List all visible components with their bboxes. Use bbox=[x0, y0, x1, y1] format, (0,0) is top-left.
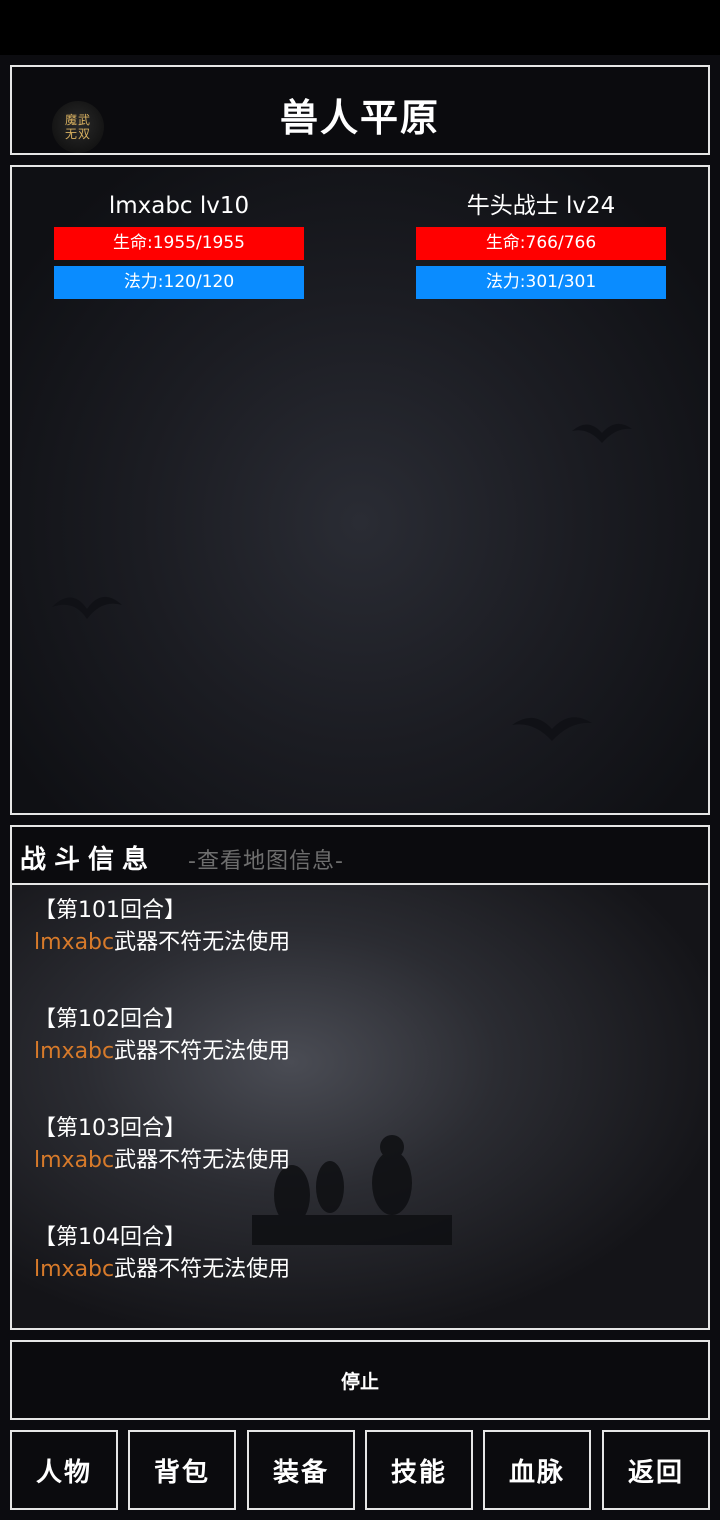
log-round: 【第101回合】 bbox=[34, 898, 186, 923]
player-mp-bar: 法力:120/120 bbox=[54, 266, 304, 299]
map-header: 魔武 无双 兽人平原 bbox=[10, 65, 710, 155]
log-text: 武器不符无法使用 bbox=[114, 1148, 291, 1173]
player-panel: lmxabc lv10 生命:1955/1955 法力:120/120 bbox=[54, 189, 304, 299]
nav-back-button[interactable]: 返回 bbox=[602, 1430, 710, 1510]
log-actor: lmxabc bbox=[34, 1257, 115, 1282]
player-hp-bar: 生命:1955/1955 bbox=[54, 227, 304, 260]
view-map-info-link[interactable]: -查看地图信息- bbox=[188, 843, 344, 875]
player-name: lmxabc lv10 bbox=[108, 193, 250, 219]
log-actor: lmxabc bbox=[34, 930, 115, 955]
bird-silhouette-icon bbox=[512, 717, 592, 741]
bird-silhouette-icon bbox=[572, 423, 632, 443]
enemy-mp-bar: 法力:301/301 bbox=[416, 266, 666, 299]
stop-button[interactable]: 停止 bbox=[10, 1340, 710, 1420]
battle-area: lmxabc lv10 生命:1955/1955 法力:120/120 牛头战士… bbox=[10, 165, 710, 815]
battle-log-title: 战斗信息 bbox=[20, 845, 157, 875]
nav-character-button[interactable]: 人物 bbox=[10, 1430, 118, 1510]
log-text: 武器不符无法使用 bbox=[114, 1039, 291, 1064]
log-round: 【第102回合】 bbox=[34, 1007, 186, 1032]
enemy-name: 牛头战士 lv24 bbox=[466, 193, 616, 219]
log-entry: 【第104回合】 lmxabc武器不符无法使用 bbox=[34, 1222, 290, 1286]
battle-log-header: 战斗信息 -查看地图信息- bbox=[10, 825, 710, 885]
log-round: 【第103回合】 bbox=[34, 1116, 186, 1141]
log-entry: 【第103回合】 lmxabc武器不符无法使用 bbox=[34, 1113, 290, 1177]
enemy-panel: 牛头战士 lv24 生命:766/766 法力:301/301 bbox=[416, 189, 666, 299]
status-bar bbox=[0, 0, 720, 55]
nav-equipment-button[interactable]: 装备 bbox=[247, 1430, 355, 1510]
log-actor: lmxabc bbox=[34, 1039, 115, 1064]
log-entry: 【第101回合】 lmxabc武器不符无法使用 bbox=[34, 895, 290, 959]
log-entry: 【第102回合】 lmxabc武器不符无法使用 bbox=[34, 1004, 290, 1068]
log-actor: lmxabc bbox=[34, 1148, 115, 1173]
nav-skills-button[interactable]: 技能 bbox=[365, 1430, 473, 1510]
log-text: 武器不符无法使用 bbox=[114, 1257, 291, 1282]
battle-log[interactable]: 【第101回合】 lmxabc武器不符无法使用 【第102回合】 lmxabc武… bbox=[10, 885, 710, 1330]
map-title: 兽人平原 bbox=[279, 96, 440, 140]
log-round: 【第104回合】 bbox=[34, 1225, 186, 1250]
log-text: 武器不符无法使用 bbox=[114, 930, 291, 955]
enemy-hp-bar: 生命:766/766 bbox=[416, 227, 666, 260]
battle-screen: 魔武 无双 兽人平原 lmxabc lv10 生命:1955/1955 法力:1… bbox=[0, 55, 720, 1520]
nav-bloodline-button[interactable]: 血脉 bbox=[483, 1430, 591, 1510]
bird-silhouette-icon bbox=[52, 596, 122, 619]
nav-backpack-button[interactable]: 背包 bbox=[128, 1430, 236, 1510]
